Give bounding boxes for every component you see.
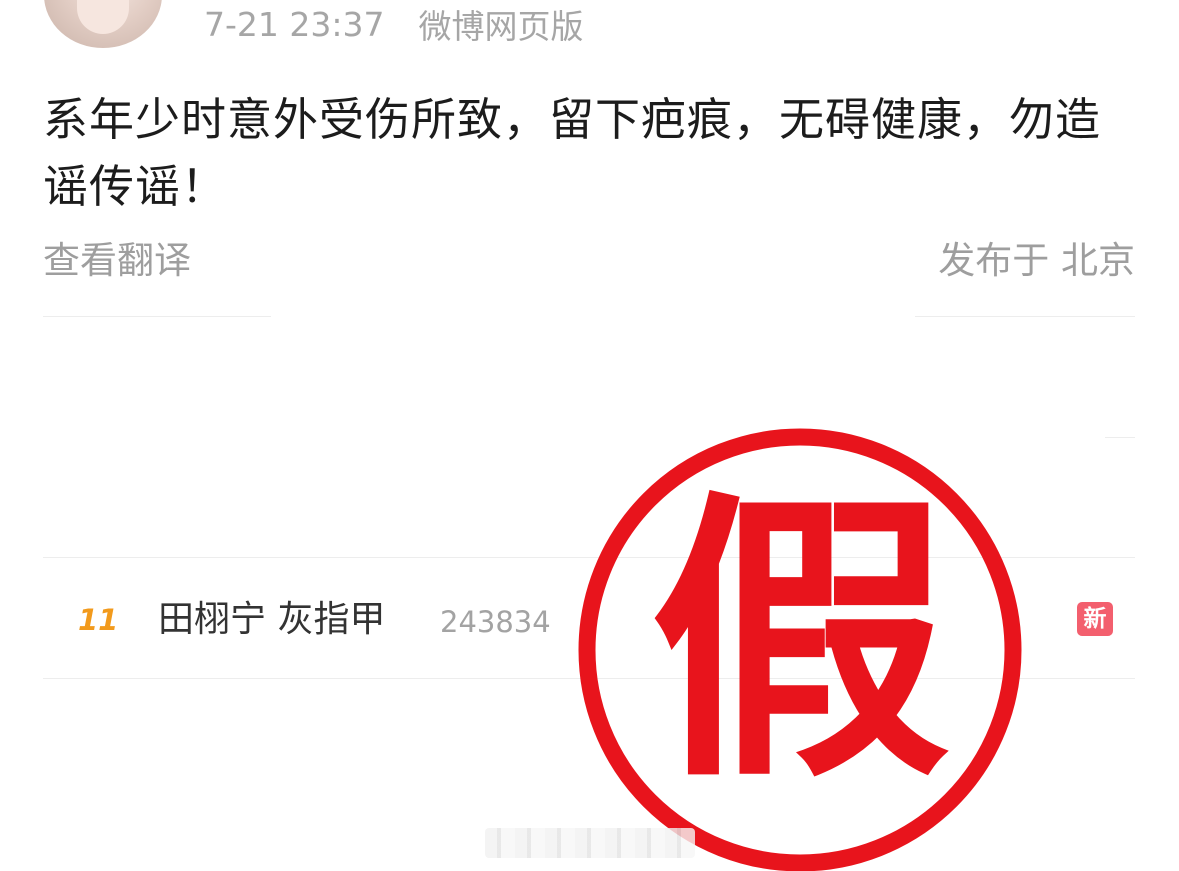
fake-stamp-text: 假: [650, 468, 950, 817]
divider-top-left: [43, 316, 271, 317]
post-location: 发布于 北京: [938, 239, 1135, 282]
trending-topic[interactable]: 田栩宁 灰指甲: [158, 598, 385, 642]
avatar[interactable]: [44, 0, 162, 48]
post-time: 7-21 23:37: [204, 4, 385, 44]
bottom-blur-strip: [485, 828, 695, 858]
trending-rank: 11: [78, 603, 119, 637]
translate-link[interactable]: 查看翻译: [43, 230, 191, 284]
avatar-face: [77, 0, 129, 34]
post-sub-row: 查看翻译 发布于 北京: [43, 232, 1135, 282]
trending-heat: 243834: [440, 605, 551, 639]
weibo-post-screenshot: 7-21 23:37 微博网页版 系年少时意外受伤所致，留下疤痕，无碍健康，勿造…: [0, 0, 1179, 871]
post-content: 系年少时意外受伤所致，留下疤痕，无碍健康，勿造谣传谣！: [43, 93, 1102, 213]
divider-top-right: [915, 316, 1135, 317]
fake-stamp-icon: 假: [578, 428, 1022, 871]
divider-mid-right: [1105, 437, 1135, 438]
new-badge-icon: 新: [1077, 602, 1113, 636]
post-source[interactable]: 微博网页版: [419, 0, 584, 48]
post-meta: 7-21 23:37 微博网页版: [204, 4, 584, 47]
